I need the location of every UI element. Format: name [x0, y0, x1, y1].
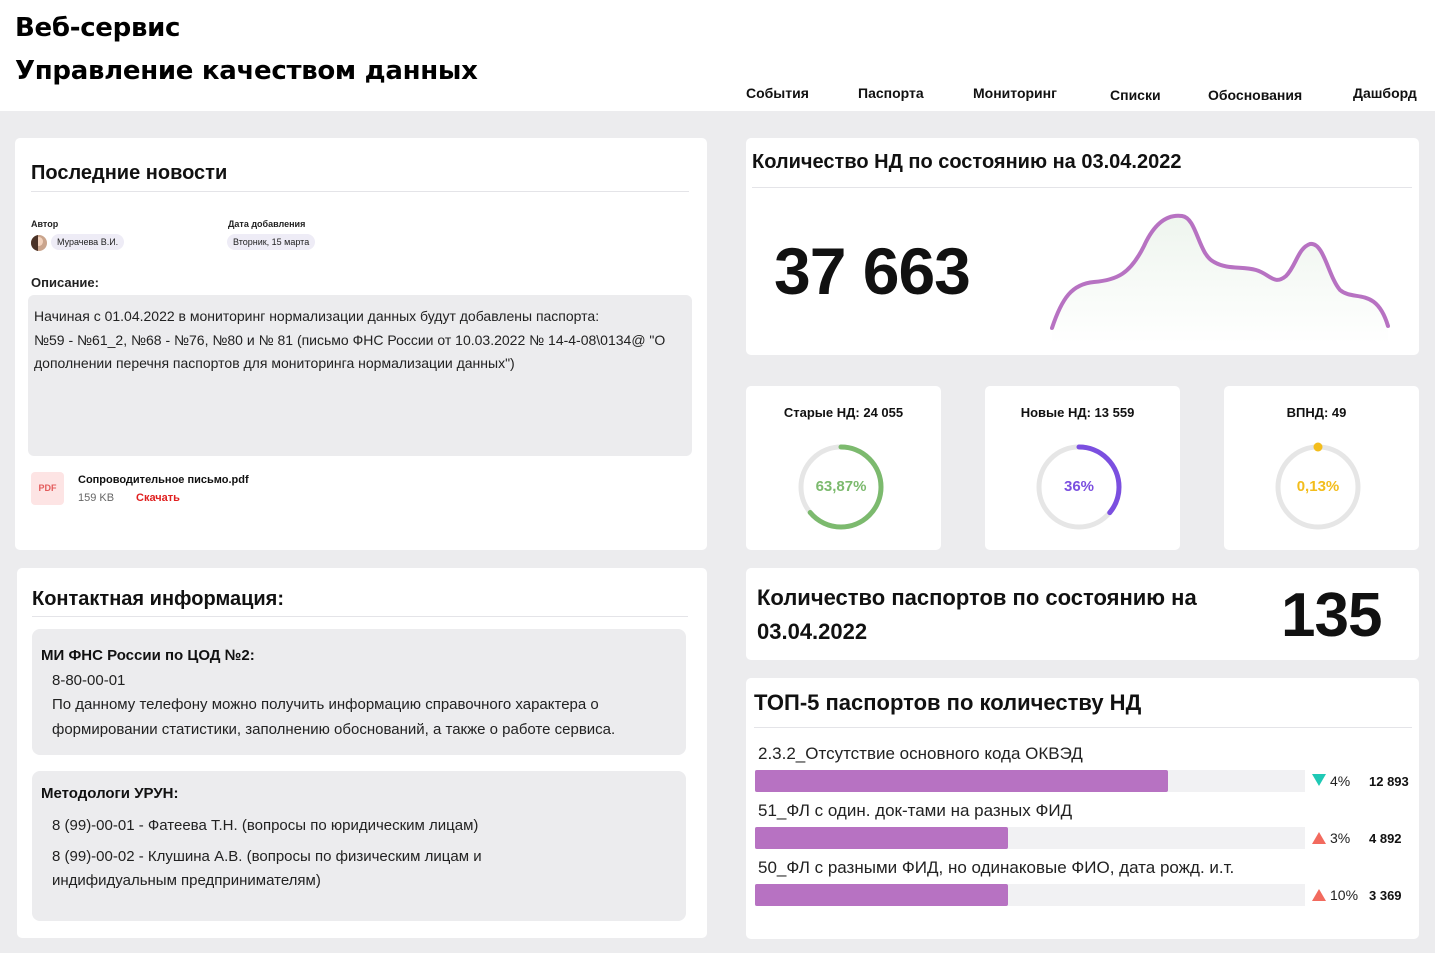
stat-percent: 63,87% [815, 478, 867, 495]
nav-lists[interactable]: Списки [1110, 87, 1161, 103]
stat-label: Новые НД: 13 559 [1020, 405, 1135, 420]
stat-label: Старые НД: 24 055 [783, 405, 904, 420]
ring-dot [1313, 442, 1323, 452]
nav-events[interactable]: События [746, 85, 809, 101]
top5-item-label: 2.3.2_Отсутствие основного кода ОКВЭД [758, 744, 1083, 763]
top5-bar-fill [755, 827, 1008, 849]
app-title-line2: Управление качеством данных [15, 56, 478, 86]
trend-down-icon [1312, 774, 1326, 786]
top5-bar-track [755, 884, 1305, 906]
divider [752, 187, 1412, 188]
passports-value: 135 [1281, 581, 1382, 650]
top5-item-count: 3 369 [1369, 888, 1402, 903]
contact-block-cod: МИ ФНС России по ЦОД №2: 8-80-00-01 По д… [32, 629, 686, 755]
contact-phone: 8-80-00-01 [52, 672, 126, 689]
contact-block-methodologists: Методологи УРУН: 8 (99)-00-01 - Фатеева … [32, 771, 686, 921]
description-box: Начиная с 01.04.2022 в мониторинг нормал… [28, 295, 692, 456]
news-card: Последние новости Автор Мурачева В.И. Да… [15, 138, 707, 550]
stat-card-old: Старые НД: 24 055 63,87% [746, 386, 941, 550]
nav-dashboard[interactable]: Дашборд [1353, 85, 1417, 101]
stat-label: ВПНД: 49 [1286, 405, 1347, 420]
nav-passports[interactable]: Паспорта [858, 85, 924, 101]
passports-title-line2: 03.04.2022 [757, 619, 868, 644]
contact-note: формировании статистики, заполнению обос… [52, 721, 616, 738]
top5-bar-track [755, 827, 1305, 849]
nav-monitoring[interactable]: Мониторинг [973, 85, 1057, 101]
date-chip: Вторник, 15 марта [227, 234, 316, 250]
contacts-title: Контактная информация: [32, 588, 285, 610]
nd-count-value: 37 663 [774, 234, 971, 308]
passports-title-line1: Количество паспортов по состоянию на [757, 585, 1197, 610]
description-line: Начиная с 01.04.2022 в мониторинг нормал… [34, 308, 600, 324]
top5-item-percent: 10% [1330, 887, 1359, 903]
trend-up-icon [1312, 889, 1326, 901]
attachment-name: Сопроводительное письмо.pdf [78, 474, 249, 486]
contact-line: индифидуальным предпринимателям) [52, 872, 321, 889]
stat-card-vpnd: ВПНД: 49 0,13% [1224, 386, 1419, 550]
contact-line: 8 (99)-00-02 - Клушина А.В. (вопросы по … [52, 848, 482, 865]
top5-item-label: 50_ФЛ с разными ФИД, но одинаковые ФИО, … [758, 858, 1235, 877]
news-title: Последние новости [31, 162, 228, 184]
contact-note: По данному телефону можно получить инфор… [52, 696, 599, 713]
contacts-card: Контактная информация: МИ ФНС России по … [17, 568, 707, 938]
date-label: Дата добавления [228, 219, 306, 229]
passports-card: Количество паспортов по состоянию на 03.… [746, 568, 1419, 660]
contact-heading: Методологи УРУН: [41, 785, 179, 802]
stat-percent: 0,13% [1296, 478, 1340, 495]
stat-percent: 36% [1063, 478, 1095, 495]
top5-item-label: 51_ФЛ с один. док-тами на разных ФИД [758, 801, 1073, 820]
top5-item-percent: 3% [1330, 830, 1351, 846]
top5-item-percent: 4% [1330, 773, 1351, 789]
attachment-size: 159 KB [78, 492, 115, 504]
description-label: Описание: [31, 275, 99, 290]
trend-up-icon [1312, 832, 1326, 844]
download-link[interactable]: Скачать [136, 492, 180, 504]
divider [31, 191, 689, 192]
divider [754, 727, 1412, 728]
description-line: дополнении перечня паспортов для монитор… [34, 355, 515, 371]
app-header: Веб-сервис Управление качеством данных С… [0, 0, 1435, 111]
description-line: №59 - №61_2, №68 - №76, №80 и № 81 (пись… [34, 331, 666, 348]
divider [32, 616, 688, 617]
author-label: Автор [31, 219, 59, 229]
author-avatar [31, 235, 47, 251]
contact-heading: МИ ФНС России по ЦОД №2: [41, 647, 255, 664]
nd-count-card: Количество НД по состоянию на 03.04.2022… [746, 138, 1419, 355]
nd-sparkline [1050, 213, 1390, 344]
top5-bar-track [755, 770, 1305, 792]
top5-card: ТОП-5 паспортов по количеству НД 2.3.2_О… [746, 678, 1419, 939]
top5-item-count: 4 892 [1369, 831, 1402, 846]
nd-count-title: Количество НД по состоянию на 03.04.2022 [752, 151, 1182, 173]
stat-card-new: Новые НД: 13 559 36% [985, 386, 1180, 550]
top5-bar-fill [755, 770, 1168, 792]
nav-justifications[interactable]: Обоснования [1208, 87, 1302, 103]
pdf-file-icon: PDF [31, 472, 64, 505]
author-chip: Мурачева В.И. [51, 234, 125, 250]
top5-title: ТОП-5 паспортов по количеству НД [754, 690, 1142, 715]
top5-bar-fill [755, 884, 1008, 906]
description-text: Начиная с 01.04.2022 в мониторинг нормал… [34, 305, 689, 376]
contact-line: 8 (99)-00-01 - Фатеева Т.Н. (вопросы по … [52, 817, 479, 834]
top5-item-count: 12 893 [1369, 774, 1409, 789]
app-title-line1: Веб-сервис [15, 13, 181, 43]
